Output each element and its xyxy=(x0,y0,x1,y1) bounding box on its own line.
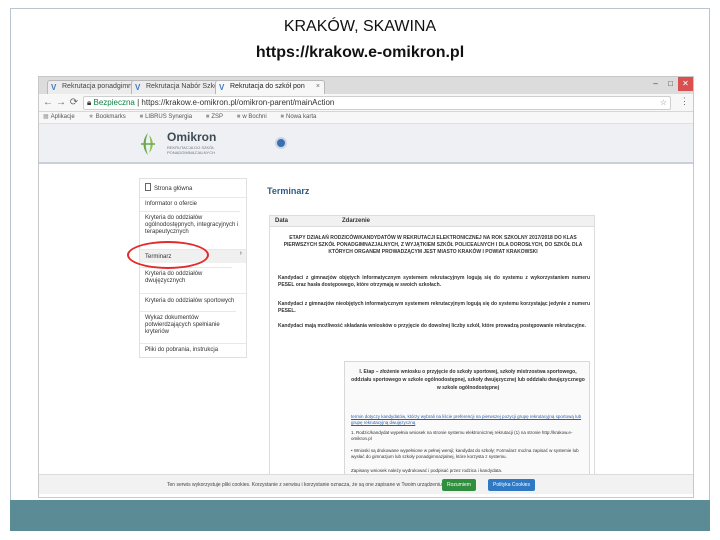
address-bar: ← → ⟳ 🔒︎ Bezpieczna | https://krakow.e-o… xyxy=(39,94,693,112)
highlight-circle xyxy=(127,241,209,269)
schedule-heading: ETAPY DZIAŁAŃ RODZICÓW/KANDYDATÓW W REKR… xyxy=(283,235,583,255)
sidebar-item-label: Strona główna xyxy=(154,186,193,192)
sidebar-item-label: Pliki do pobrania, instrukcja xyxy=(145,347,219,353)
apps-grid-icon: ▦ xyxy=(43,114,49,120)
stage-line-text[interactable]: termin dotyczy kandydatów, którzy wybral… xyxy=(351,414,581,425)
lock-icon: 🔒︎ xyxy=(87,98,92,107)
url-input[interactable]: 🔒︎ Bezpieczna | https://krakow.e-omikron… xyxy=(83,96,671,110)
bookmark-item[interactable]: ■ LIBRUS Synergia xyxy=(139,112,192,123)
bookmark-item[interactable]: ■ ZSP xyxy=(206,112,223,123)
table-header: Data Zdarzenie xyxy=(269,215,595,227)
url-text: https://krakow.e-omikron.pl/omikron-pare… xyxy=(141,98,335,107)
bookmark-item[interactable]: ★ Bookmarks xyxy=(88,112,125,123)
cookie-policy-button[interactable]: Polityka Cookies xyxy=(488,479,535,491)
back-button[interactable]: ← xyxy=(42,96,54,110)
slide-title: KRAKÓW, SKAWINA xyxy=(283,18,437,35)
bookmark-item[interactable]: ▦ Aplikacje xyxy=(43,112,75,123)
sidebar-item-label: Kryteria do oddziałów ogólnodostępnych, … xyxy=(145,215,239,235)
site-favicon-icon: V xyxy=(219,83,225,92)
stage-info-box: I. Etap – złożenie wniosku o przyjęcie d… xyxy=(344,361,590,485)
slide-footer xyxy=(10,500,710,531)
home-icon[interactable] xyxy=(275,137,287,149)
stage-title: I. Etap – złożenie wniosku o przyjęcie d… xyxy=(351,369,585,391)
table-body: ETAPY DZIAŁAŃ RODZICÓW/KANDYDATÓW W REKR… xyxy=(269,227,595,485)
forward-button[interactable]: → xyxy=(55,96,67,110)
site-favicon-icon: V xyxy=(135,83,141,92)
sidebar-item-home[interactable]: Strona główna xyxy=(140,183,246,195)
browser-menu-icon[interactable]: ⋮ xyxy=(680,96,689,107)
cookie-bar: Ten serwis wykorzystuje pliki cookies. K… xyxy=(39,474,693,494)
sidebar-item-pliki[interactable]: Pliki do pobrania, instrukcja xyxy=(140,343,246,357)
bookmark-label: LIBRUS Synergia xyxy=(145,114,193,120)
window-controls: – □ ✕ xyxy=(648,77,693,93)
tab-label: Rekrutacja Nabór Szkoły xyxy=(146,83,224,90)
maximize-button[interactable]: □ xyxy=(663,77,678,91)
column-header-event: Zdarzenie xyxy=(342,218,371,224)
sidebar-item-kryteria-dwujezyczne[interactable]: Kryteria do oddziałów dwujęzycznych xyxy=(140,267,232,291)
browser-tab-active[interactable]: V Rekrutacja do szkół pon × xyxy=(215,80,325,94)
logo-subtitle: REKRUTACJA DO SZKÓŁ PONADGIMNAZJALNYCH xyxy=(167,145,216,155)
sidebar-item-label: Informator o ofercie xyxy=(145,201,198,207)
chevron-right-icon: › xyxy=(239,250,242,257)
paragraph-text: Kandydaci z gimnazjów objętych informaty… xyxy=(278,275,590,288)
tab-close-icon[interactable]: × xyxy=(316,81,320,93)
sidebar-item-label: Kryteria do oddziałów dwujęzycznych xyxy=(145,271,203,284)
document-icon xyxy=(145,183,151,191)
favicon-icon: ■ xyxy=(280,114,285,120)
bookmark-item[interactable]: ■ Nowa karta xyxy=(280,112,316,123)
favicon-icon: ■ xyxy=(139,114,144,120)
stage-line: 1. Rodzic/kandydat wypełnia wniosek na s… xyxy=(351,430,573,441)
minimize-button[interactable]: – xyxy=(648,77,663,91)
main-content: Terminarz Data Zdarzenie ETAPY DZIAŁAŃ R… xyxy=(265,178,605,485)
star-icon: ★ xyxy=(88,114,94,120)
paragraph: Kandydaci z gimnazjów nieobjętych inform… xyxy=(278,301,590,314)
logo-name: Omikron xyxy=(167,130,217,144)
secure-label: Bezpieczna xyxy=(93,98,135,107)
stage-line: termin dotyczy kandydatów, którzy wybral… xyxy=(351,414,585,426)
paragraph-text: Kandydaci z gimnazjów nieobjętych inform… xyxy=(278,301,590,314)
tab-bar: V Rekrutacja ponadgimnazjalna × V Rekrut… xyxy=(39,77,693,94)
tab-label: Rekrutacja do szkół pon xyxy=(230,83,305,90)
bookmark-label: Aplikacje xyxy=(50,114,75,120)
favicon-icon: ■ xyxy=(205,114,210,120)
page-title: Terminarz xyxy=(267,186,310,196)
bookmark-label: w Bochni xyxy=(242,114,267,120)
sidebar-item-informator[interactable]: Informator o ofercie xyxy=(140,197,246,209)
sidebar-item-label: Kryteria do oddziałów sportowych xyxy=(145,298,235,304)
favicon-icon: ■ xyxy=(236,114,241,120)
bookmark-label: Nowa karta xyxy=(286,114,317,120)
site-header: Omikron REKRUTACJA DO SZKÓŁ PONADGIMNAZJ… xyxy=(39,124,693,164)
column-header-date: Data xyxy=(275,218,289,224)
browser-window: V Rekrutacja ponadgimnazjalna × V Rekrut… xyxy=(39,77,693,497)
slide-url: https://krakow.e-omikron.pl xyxy=(255,44,465,61)
paragraph-text: Kandydaci mają możliwość składania wnios… xyxy=(278,323,586,329)
omikron-logo-icon[interactable] xyxy=(139,131,157,157)
sidebar-item-kryteria-sportowe[interactable]: Kryteria do oddziałów sportowych xyxy=(140,293,246,307)
bookmark-item[interactable]: ■ w Bochni xyxy=(237,112,267,123)
reload-button[interactable]: ⟳ xyxy=(68,96,80,110)
sidebar-item-kryteria-ogolne[interactable]: Kryteria do oddziałów ogólnodostępnych, … xyxy=(140,211,240,243)
site-favicon-icon: V xyxy=(51,83,57,92)
sidebar-item-wykaz-dokumentow[interactable]: Wykaz dokumentów potwierdzających spełni… xyxy=(140,311,236,341)
close-window-button[interactable]: ✕ xyxy=(678,77,693,91)
paragraph: Kandydaci z gimnazjów objętych informaty… xyxy=(278,275,590,288)
accept-cookies-button[interactable]: Rozumiem xyxy=(442,479,476,491)
stage-line: • Wnioski są drukowane wypełnione w pełn… xyxy=(351,448,579,459)
bookmark-star-icon[interactable]: ☆ xyxy=(660,97,667,109)
bookmark-label: ZSP xyxy=(211,114,224,120)
sidebar-item-label: Wykaz dokumentów potwierdzających spełni… xyxy=(145,315,220,335)
cookie-text: Ten serwis wykorzystuje pliki cookies. K… xyxy=(167,482,444,488)
bookmarks-bar: ▦ Aplikacje ★ Bookmarks ■ LIBRUS Synergia ■… xyxy=(39,112,693,124)
bookmark-label: Bookmarks xyxy=(95,114,126,120)
paragraph: Kandydaci mają możliwość składania wnios… xyxy=(278,323,590,330)
